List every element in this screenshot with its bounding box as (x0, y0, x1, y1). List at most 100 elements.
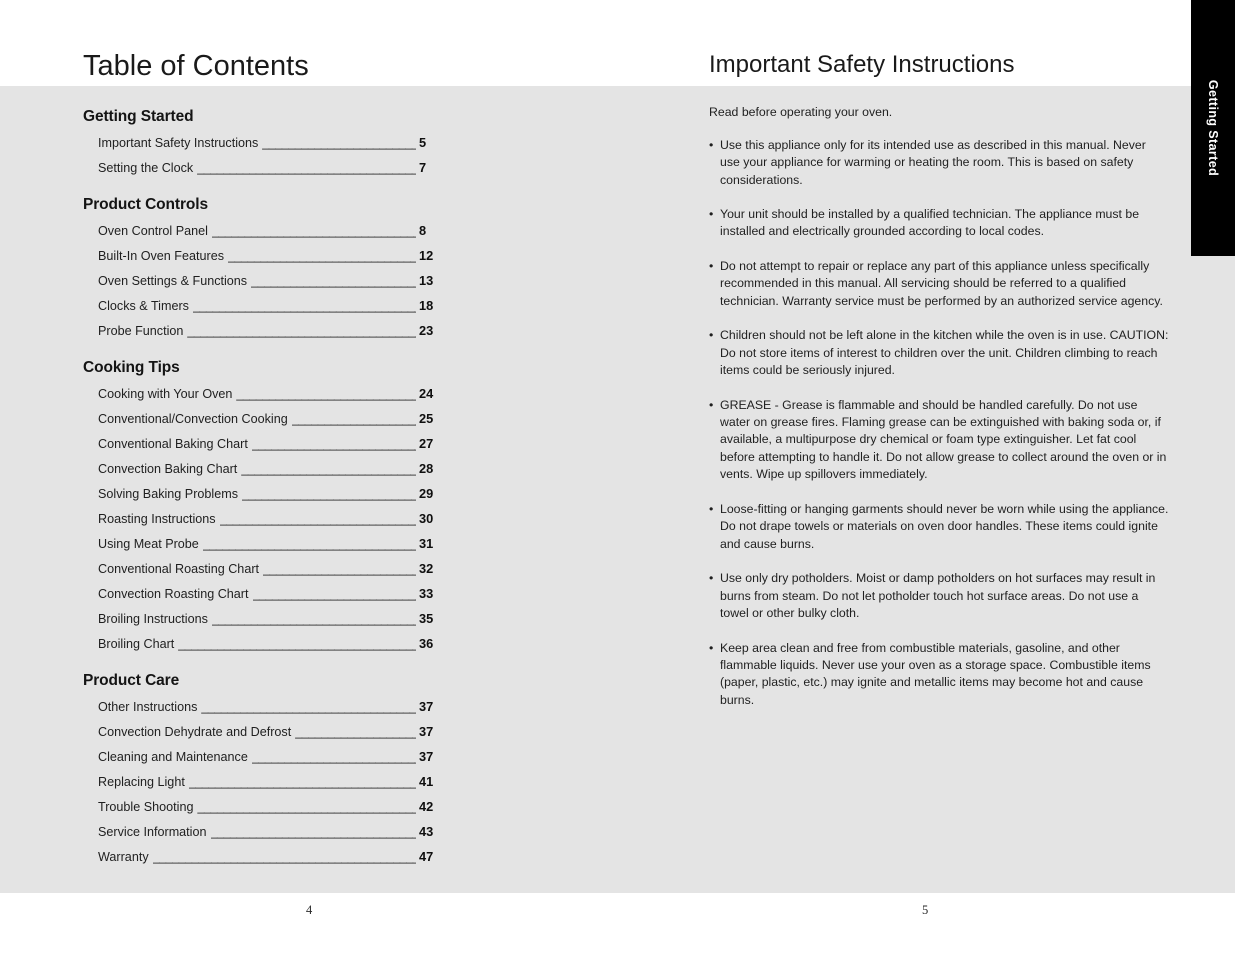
bullet-dot-icon: • (709, 258, 714, 273)
toc-leader: ________________________________________… (263, 562, 416, 576)
safety-bullet-item: • Use this appliance only for its intende… (709, 137, 1169, 189)
toc-entry[interactable]: Conventional Roasting Chart _____________… (83, 556, 453, 581)
toc-entry-title: Convection Baking Chart (98, 462, 238, 476)
toc-entry-title: Clocks & Timers (98, 299, 189, 313)
toc-entry[interactable]: Trouble Shooting ________________________… (83, 794, 453, 819)
page-number-right: 5 (922, 903, 929, 917)
toc-entry-page-number: 37 (419, 699, 434, 714)
toc-entry-title: Trouble Shooting (98, 800, 194, 814)
toc-leader: ________________________________________… (197, 800, 416, 814)
safety-bullet-item: • Do not attempt to repair or replace any… (709, 258, 1169, 310)
safety-bullet-text: Your unit should be installed by a quali… (720, 206, 1140, 239)
toc-entry[interactable]: Clocks & Timers _________________________… (83, 293, 453, 318)
safety-bullet-text: Use only dry potholders. Moist or damp p… (720, 571, 1156, 621)
toc-entry[interactable]: Setting the Clock _______________________… (83, 155, 453, 180)
toc-entry-page-number: 29 (419, 486, 434, 501)
toc-entry[interactable]: Built-In Oven Features __________________… (83, 243, 453, 268)
toc-entry[interactable]: Convection Dehydrate and Defrost ________… (83, 719, 453, 744)
toc-entry[interactable]: Conventional/Convection Cooking _________… (83, 406, 453, 431)
toc-entry-page-number: 25 (419, 411, 434, 426)
toc-entry[interactable]: Oven Settings & Functions _______________… (83, 268, 453, 293)
bullet-dot-icon: • (709, 501, 714, 516)
toc-entry-title: Other Instructions (98, 700, 198, 714)
toc-entry-page-number: 7 (419, 160, 427, 175)
safety-bullet-text: Do not attempt to repair or replace any … (720, 258, 1163, 308)
toc-entry-page-number: 8 (419, 223, 427, 238)
toc-entry-title: Setting the Clock (98, 161, 194, 175)
bullet-dot-icon: • (709, 397, 714, 412)
toc-entry-page-number: 43 (419, 824, 434, 839)
toc-leader: ________________________________________… (197, 161, 416, 175)
toc-leader: ________________________________________… (241, 462, 416, 476)
toc-entry-title: Probe Function (98, 324, 184, 338)
page-title-important-safety-instructions: Important Safety Instructions (709, 51, 1015, 78)
safety-intro-text: Read before operating your oven. (709, 105, 893, 119)
toc-entry-page-number: 28 (419, 461, 434, 476)
toc-entry[interactable]: Other Instructions ______________________… (83, 694, 453, 719)
toc-entry-page-number: 24 (419, 386, 434, 401)
safety-bullet-text: Keep area clean and free from combustibl… (720, 640, 1151, 707)
toc-entry[interactable]: Cleaning and Maintenance ________________… (83, 744, 453, 769)
bullet-dot-icon: • (709, 571, 714, 586)
toc-entry-title: Solving Baking Problems (98, 487, 239, 501)
safety-bullet-text: GREASE - Grease is flammable and should … (720, 397, 1167, 482)
toc-entry[interactable]: Replacing Light _________________________… (83, 769, 453, 794)
toc-entry-title: Warranty (98, 850, 149, 864)
toc-entry-page-number: 13 (419, 273, 434, 288)
toc-entry[interactable]: Important Safety Instructions ___________… (83, 130, 453, 155)
toc-entry[interactable]: Cooking with Your Oven __________________… (83, 381, 453, 406)
toc-entry-page-number: 36 (419, 636, 434, 651)
toc-section-heading: Product Care (83, 672, 180, 689)
toc-entry-page-number: 31 (419, 536, 434, 551)
safety-bullet-text: Use this appliance only for its intended… (720, 137, 1146, 187)
toc-leader: ________________________________________… (211, 224, 416, 238)
toc-entry[interactable]: Using Meat Probe ________________________… (83, 531, 453, 556)
toc-leader: ________________________________________… (178, 637, 416, 651)
toc-entry-title: Conventional/Convection Cooking (98, 412, 288, 426)
toc-leader: ________________________________________… (262, 136, 416, 150)
toc-entry[interactable]: Broiling Instructions ___________________… (83, 606, 453, 631)
toc-entry-title: Cleaning and Maintenance (98, 750, 248, 764)
toc-entry[interactable]: Broiling Chart __________________________… (83, 631, 453, 656)
safety-bullet-item: • Loose-fitting or hanging garments shoul… (709, 501, 1169, 553)
toc-entry-page-number: 37 (419, 749, 434, 764)
section-tab-label: Getting Started (1206, 79, 1220, 177)
toc-section-heading: Product Controls (83, 196, 208, 213)
bullet-dot-icon: • (709, 206, 714, 221)
toc-entry-title: Convection Dehydrate and Defrost (98, 725, 292, 739)
toc-leader: ________________________________________… (228, 249, 416, 263)
toc-entry[interactable]: Convection Roasting Chart _______________… (83, 581, 453, 606)
toc-entry[interactable]: Conventional Baking Chart _______________… (83, 431, 453, 456)
safety-bullet-text: Children should not be left alone in the… (720, 328, 1169, 378)
toc-entry-page-number: 42 (419, 799, 434, 814)
toc-entry[interactable]: Service Information _____________________… (83, 819, 453, 844)
toc-section-heading: Cooking Tips (83, 359, 180, 376)
toc-entry[interactable]: Convection Baking Chart _________________… (83, 456, 453, 481)
toc-entry[interactable]: Solving Baking Problems _________________… (83, 481, 453, 506)
toc-leader: ________________________________________… (202, 537, 416, 551)
page-title-table-of-contents: Table of Contents (83, 50, 309, 82)
safety-instructions-body: Read before operating your oven. • Use thi… (709, 104, 1169, 726)
toc-entry-title: Oven Control Panel (98, 224, 208, 238)
page-number-left: 4 (306, 903, 313, 917)
toc-entry-page-number: 27 (419, 436, 434, 451)
toc-entry[interactable]: Oven Control Panel ______________________… (83, 218, 453, 243)
toc-leader: ________________________________________… (188, 775, 416, 789)
toc-leader: ________________________________________… (251, 437, 416, 451)
toc-entry-title: Conventional Roasting Chart (98, 562, 260, 576)
toc-entry-page-number: 47 (419, 849, 434, 864)
toc-entry[interactable]: Warranty ________________________________… (83, 844, 453, 869)
toc-entry[interactable]: Probe Function __________________________… (83, 318, 453, 343)
toc-entry-title: Convection Roasting Chart (98, 587, 249, 601)
toc-entry-title: Replacing Light (98, 775, 185, 789)
safety-bullet-item: • Keep area clean and free from combustib… (709, 640, 1169, 710)
toc-leader: ________________________________________… (201, 700, 416, 714)
toc-entry-page-number: 30 (419, 511, 434, 526)
toc-leader: ________________________________________… (251, 750, 416, 764)
toc-entry[interactable]: Roasting Instructions ___________________… (83, 506, 453, 531)
bullet-dot-icon: • (709, 640, 714, 655)
toc-entry-title: Service Information (98, 825, 207, 839)
toc-entry-page-number: 35 (419, 611, 434, 626)
toc-entry-title: Built-In Oven Features (98, 249, 224, 263)
toc-leader: ________________________________________… (211, 612, 416, 626)
